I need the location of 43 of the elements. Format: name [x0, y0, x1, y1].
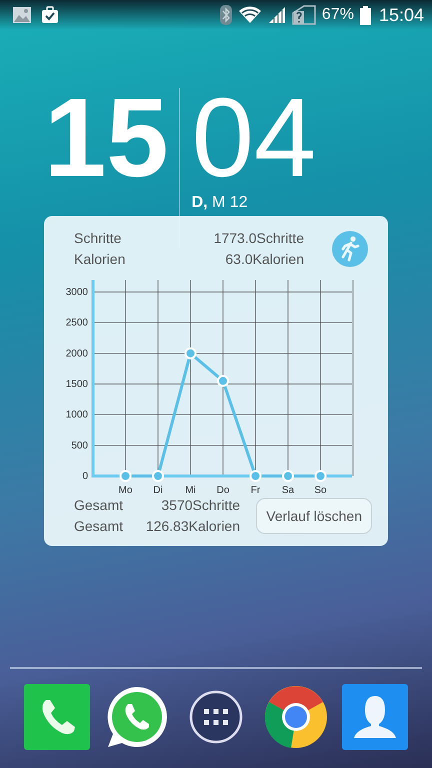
- total-value: 3570Schritte: [161, 497, 240, 513]
- x-tick-label: Do: [216, 485, 230, 495]
- y-tick-label: 2500: [66, 318, 88, 329]
- status-time: 15:04: [378, 4, 424, 26]
- total-value: 126.83Kalorien: [146, 518, 240, 534]
- clock-date: D, M 12: [192, 194, 249, 212]
- data-point: [152, 470, 164, 482]
- data-point: [217, 374, 229, 387]
- bluetooth-icon: [220, 5, 232, 25]
- stat-label: Schritte: [74, 230, 122, 246]
- data-point: [120, 470, 132, 482]
- stat-value: 63.0Kalorien: [225, 251, 304, 267]
- data-point: [250, 470, 262, 482]
- battery-percentage: 67%: [322, 6, 354, 24]
- x-tick-label: Mo: [118, 485, 132, 495]
- total-label: Gesamt: [74, 518, 124, 534]
- y-tick-label: 0: [82, 471, 88, 482]
- total-label: Gesamt: [74, 497, 124, 513]
- y-tick-label: 1000: [66, 410, 88, 421]
- y-tick-label: 1500: [66, 379, 88, 390]
- y-tick-label: 2000: [66, 348, 88, 360]
- x-tick-label: Sa: [282, 485, 294, 495]
- stat-label: Kalorien: [74, 251, 126, 267]
- briefcase-check-icon: [41, 6, 59, 24]
- data-point: [184, 347, 196, 360]
- stat-value: 1773.0Schritte: [214, 230, 304, 246]
- y-tick-label: 500: [71, 440, 88, 452]
- clock-minutes: 04: [192, 88, 316, 188]
- wifi-icon: [238, 6, 262, 24]
- x-tick-label: Mi: [185, 485, 196, 495]
- image-icon: [12, 6, 32, 24]
- ring-logo-icon[interactable]: [262, 684, 328, 750]
- x-tick-label: Di: [153, 485, 163, 495]
- x-tick-label: Fr: [250, 485, 260, 495]
- data-point: [314, 470, 326, 482]
- clear-history-button[interactable]: Verlauf löschen: [256, 498, 372, 534]
- y-tick-label: 3000: [66, 287, 88, 298]
- signal-icon: [268, 6, 286, 24]
- data-point: [282, 470, 294, 482]
- sim-question-icon: [292, 5, 316, 25]
- person-silhouette-icon[interactable]: [342, 684, 408, 750]
- battery-icon: [360, 6, 371, 24]
- x-tick-label: So: [314, 485, 327, 495]
